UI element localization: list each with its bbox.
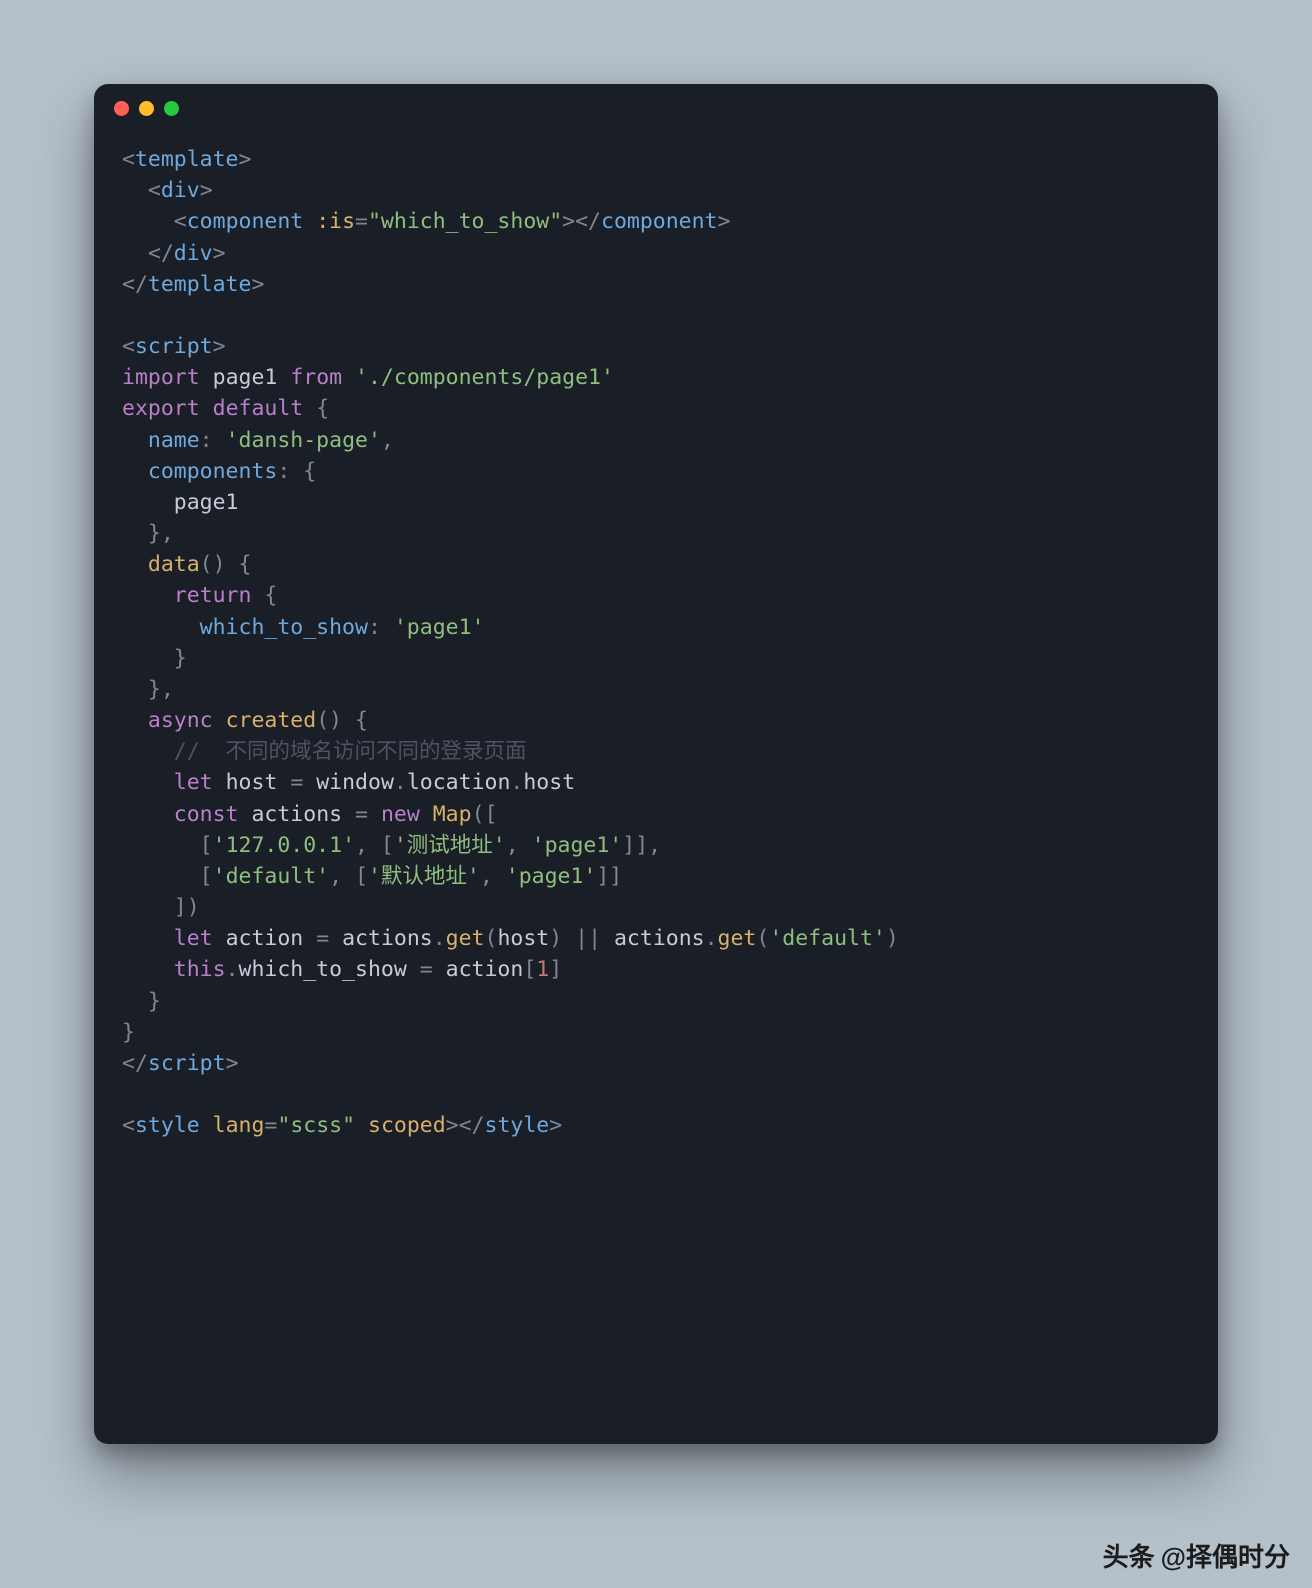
minimize-icon[interactable] bbox=[139, 101, 154, 116]
code-comment: // 不同的域名访问不同的登录页面 bbox=[174, 739, 527, 764]
val-which-to-show: "which_to_show" bbox=[368, 209, 562, 234]
tag-style: style bbox=[135, 1113, 200, 1138]
tag-template: template bbox=[135, 147, 239, 172]
fn-data: data bbox=[148, 552, 200, 577]
maximize-icon[interactable] bbox=[164, 101, 179, 116]
attr-is: :is bbox=[316, 209, 355, 234]
tag-div: div bbox=[161, 178, 200, 203]
watermark-prefix: 头条 bbox=[1103, 1537, 1155, 1574]
str-import-path: './components/page1' bbox=[355, 365, 614, 390]
fn-created: created bbox=[226, 708, 317, 733]
prop-components: components bbox=[148, 459, 277, 484]
code-block: <template> <div> <component :is="which_t… bbox=[94, 132, 1218, 1170]
window-titlebar bbox=[94, 84, 1218, 132]
tag-script: script bbox=[135, 334, 213, 359]
code-window: <template> <div> <component :is="which_t… bbox=[94, 84, 1218, 1444]
prop-name: name bbox=[148, 428, 200, 453]
close-icon[interactable] bbox=[114, 101, 129, 116]
kw-import: import bbox=[122, 365, 200, 390]
tag-component: component bbox=[187, 209, 304, 234]
watermark-handle: @择偶时分 bbox=[1161, 1537, 1290, 1574]
watermark: 头条 @择偶时分 bbox=[1103, 1537, 1290, 1574]
